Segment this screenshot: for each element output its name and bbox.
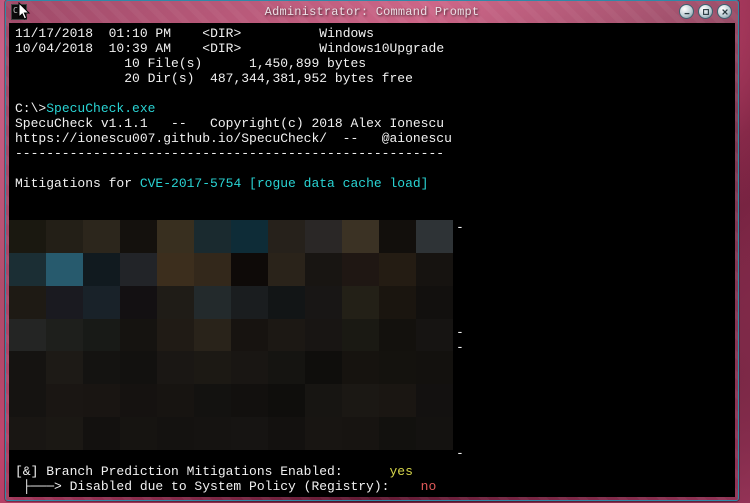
terminal-output: 11/17/2018 01:10 PM <DIR> Windows 10/04/… — [9, 23, 735, 193]
section-rule-2: - — [456, 325, 464, 340]
banner-line-2: https://ionescu007.github.io/SpecuCheck/… — [15, 131, 452, 146]
banner-line-1: SpecuCheck v1.1.1 -- Copyright(c) 2018 A… — [15, 116, 444, 131]
window-title: Administrator: Command Prompt — [265, 5, 480, 19]
section-rule-1: - — [456, 220, 464, 235]
dir-summary-dirs: 20 Dir(s) 487,344,381,952 bytes free — [15, 71, 413, 86]
terminal-client-area[interactable]: 11/17/2018 01:10 PM <DIR> Windows 10/04/… — [9, 23, 735, 497]
redacted-pixelated-region — [9, 220, 453, 450]
bp-disabled-policy-line: ├───> Disabled due to System Policy (Reg… — [15, 479, 436, 494]
window-buttons — [679, 4, 732, 19]
section-rule-4: - — [456, 446, 464, 461]
maximize-button[interactable] — [698, 4, 713, 19]
titlebar[interactable]: C:\ Administrator: Command Prompt — [6, 1, 738, 23]
minimize-button[interactable] — [679, 4, 694, 19]
desktop-background: C:\ Administrator: Command Prompt 11/ — [0, 0, 750, 503]
bp-enabled-line: [&] Branch Prediction Mitigations Enable… — [15, 464, 413, 479]
close-button[interactable] — [717, 4, 732, 19]
banner-rule: ----------------------------------------… — [15, 146, 444, 161]
mouse-cursor-icon — [18, 2, 32, 22]
section-rule-3: - — [456, 340, 464, 355]
cmd-window: C:\ Administrator: Command Prompt 11/ — [5, 0, 739, 501]
dir-row-1: 11/17/2018 01:10 PM <DIR> Windows — [15, 26, 374, 41]
prompt-line: C:\>SpecuCheck.exe — [15, 101, 155, 116]
terminal-bottom-lines: [&] Branch Prediction Mitigations Enable… — [15, 464, 729, 494]
dir-row-2: 10/04/2018 10:39 AM <DIR> Windows10Upgra… — [15, 41, 444, 56]
mitigations-heading: Mitigations for CVE-2017-5754 [rogue dat… — [15, 176, 428, 191]
dir-summary-files: 10 File(s) 1,450,899 bytes — [15, 56, 366, 71]
